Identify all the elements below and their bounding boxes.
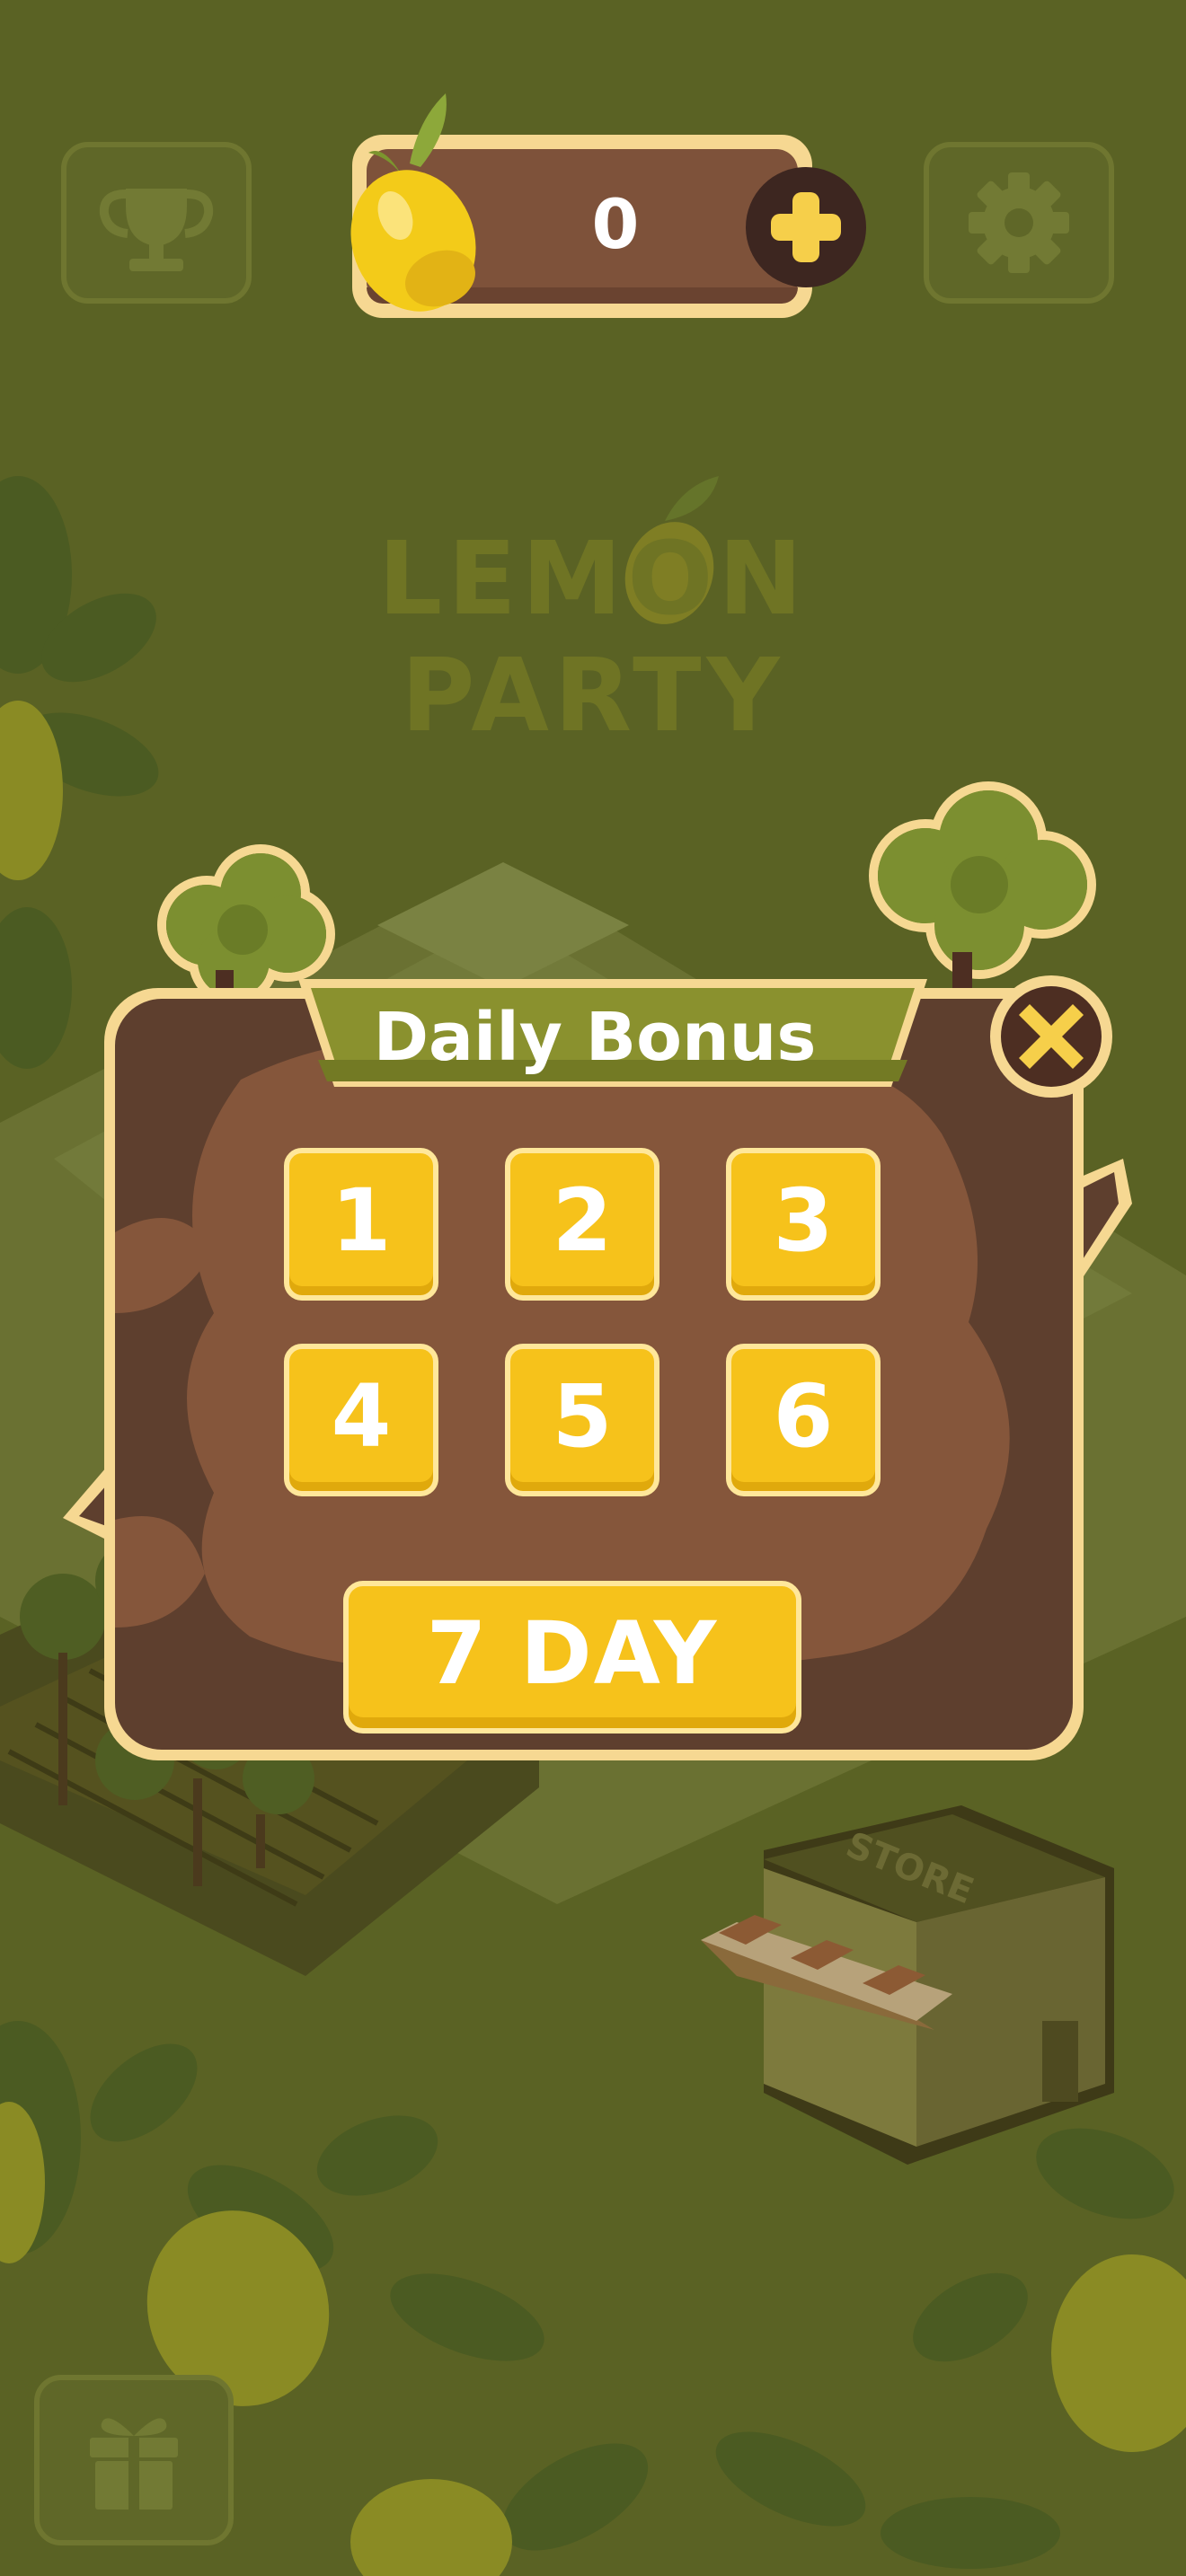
plus-icon xyxy=(771,192,841,262)
day-4-tile[interactable]: 4 xyxy=(284,1344,438,1496)
day-1-tile[interactable]: 1 xyxy=(284,1148,438,1301)
day-7-tile[interactable]: 7 DAY xyxy=(343,1581,801,1734)
gift-button[interactable] xyxy=(34,2375,234,2545)
dialog-title: Daily Bonus xyxy=(373,999,817,1076)
close-icon xyxy=(1019,1004,1084,1069)
settings-button[interactable] xyxy=(924,142,1114,304)
game-title-line1: LEMON xyxy=(377,521,809,638)
game-title-line2: PARTY xyxy=(401,638,785,754)
trophy-icon xyxy=(99,189,214,271)
day-6-tile[interactable]: 6 xyxy=(726,1344,881,1496)
coin-count: 0 xyxy=(591,184,640,264)
trophy-button[interactable] xyxy=(61,142,252,304)
close-button[interactable] xyxy=(990,975,1112,1098)
lemon-icon xyxy=(350,93,476,312)
add-coins-button[interactable] xyxy=(746,167,866,287)
gift-icon xyxy=(90,2418,178,2510)
day-5-tile[interactable]: 5 xyxy=(505,1344,659,1496)
day-3-tile[interactable]: 3 xyxy=(726,1148,881,1301)
gear-icon xyxy=(969,172,1069,273)
day-2-tile[interactable]: 2 xyxy=(505,1148,659,1301)
